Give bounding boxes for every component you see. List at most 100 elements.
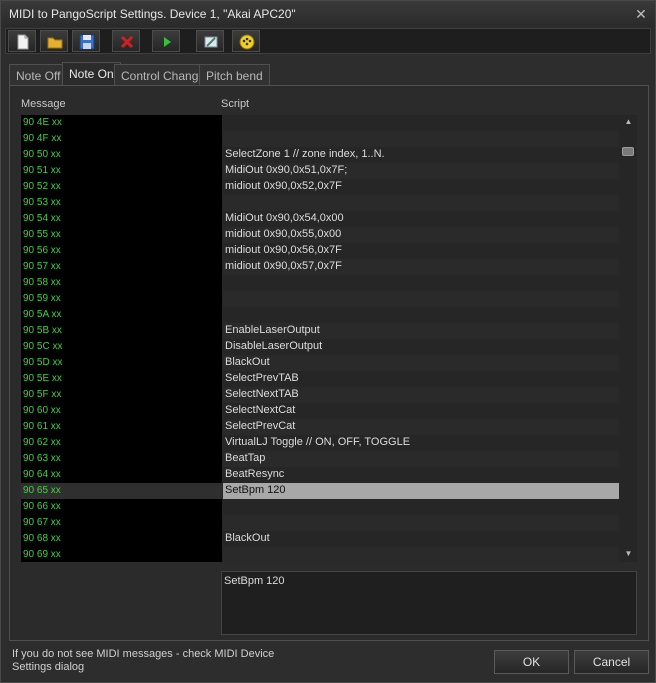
save-disk-icon bbox=[79, 34, 95, 50]
message-cell: 90 61 xx bbox=[23, 421, 61, 432]
column-header-message[interactable]: Message bbox=[21, 98, 66, 110]
vertical-scrollbar[interactable]: ▲ ▼ bbox=[620, 115, 637, 562]
message-cell: 90 5D xx bbox=[23, 357, 63, 368]
cancel-button[interactable]: Cancel bbox=[574, 650, 649, 674]
new-icon bbox=[17, 34, 29, 50]
script-cell: DisableLaserOutput bbox=[225, 340, 323, 352]
column-header-script[interactable]: Script bbox=[221, 98, 249, 110]
table-row[interactable]: 90 56 xx midiout 0x90,0x56,0x7F bbox=[21, 243, 619, 259]
midi-device-icon bbox=[239, 34, 255, 50]
table-row[interactable]: 90 5B xx EnableLaserOutput bbox=[21, 323, 619, 339]
row-stripe bbox=[223, 355, 619, 371]
table-row[interactable]: 90 5C xx DisableLaserOutput bbox=[21, 339, 619, 355]
message-cell: 90 63 xx bbox=[23, 453, 61, 464]
message-cell: 90 51 xx bbox=[23, 165, 61, 176]
table-row[interactable]: 90 5D xx BlackOut bbox=[21, 355, 619, 371]
table-row[interactable]: 90 65 xx SetBpm 120 bbox=[21, 483, 619, 499]
script-cell: SelectNextTAB bbox=[225, 388, 299, 400]
new-button[interactable] bbox=[8, 30, 36, 52]
table-row[interactable]: 90 4E xx bbox=[21, 115, 619, 131]
script-cell: SelectNextCat bbox=[225, 404, 296, 416]
table-row[interactable]: 90 59 xx bbox=[21, 291, 619, 307]
row-stripe bbox=[223, 291, 619, 307]
script-cell: EnableLaserOutput bbox=[225, 324, 320, 336]
script-cell: midiout 0x90,0x57,0x7F bbox=[225, 260, 342, 272]
edit-script-button[interactable] bbox=[196, 30, 224, 52]
midi-device-button[interactable] bbox=[232, 30, 260, 52]
message-cell: 90 57 xx bbox=[23, 261, 61, 272]
save-button[interactable] bbox=[72, 30, 100, 52]
message-cell: 90 53 xx bbox=[23, 197, 61, 208]
message-cell: 90 56 xx bbox=[23, 245, 61, 256]
script-cell: MidiOut 0x90,0x51,0x7F; bbox=[225, 164, 348, 176]
scroll-down-icon[interactable]: ▼ bbox=[623, 549, 634, 560]
open-folder-icon bbox=[47, 37, 63, 49]
tab-control-change[interactable]: Control Change bbox=[114, 64, 213, 86]
table-row[interactable]: 90 69 xx bbox=[21, 547, 619, 562]
script-cell: MidiOut 0x90,0x54,0x00 bbox=[225, 212, 344, 224]
message-cell: 90 68 xx bbox=[23, 533, 61, 544]
tab-note-off[interactable]: Note Off bbox=[9, 64, 68, 86]
message-cell: 90 69 xx bbox=[23, 549, 61, 560]
message-cell: 90 52 xx bbox=[23, 181, 61, 192]
script-cell: midiout 0x90,0x56,0x7F bbox=[225, 244, 342, 256]
scroll-up-icon[interactable]: ▲ bbox=[623, 117, 634, 128]
delete-x-icon bbox=[120, 35, 134, 49]
table-row[interactable]: 90 63 xx BeatTap bbox=[21, 451, 619, 467]
script-cell: BlackOut bbox=[225, 532, 270, 544]
script-cell: BlackOut bbox=[225, 356, 270, 368]
open-button[interactable] bbox=[40, 30, 68, 52]
tab-panel: Message Script 90 4E xx 90 4F xx 90 50 xx S… bbox=[9, 85, 649, 641]
tab-pitch-bend[interactable]: Pitch bend bbox=[199, 64, 270, 86]
message-cell: 90 5B xx bbox=[23, 325, 62, 336]
table-row[interactable]: 90 4F xx bbox=[21, 131, 619, 147]
message-cell: 90 64 xx bbox=[23, 469, 61, 480]
table-row[interactable]: 90 62 xx VirtualLJ Toggle // ON, OFF, TOG… bbox=[21, 435, 619, 451]
scroll-thumb[interactable] bbox=[622, 147, 634, 156]
table-row[interactable]: 90 68 xx BlackOut bbox=[21, 531, 619, 547]
row-stripe bbox=[223, 515, 619, 531]
row-stripe bbox=[223, 131, 619, 147]
run-button[interactable] bbox=[152, 30, 180, 52]
tab-note-on[interactable]: Note On bbox=[62, 62, 121, 87]
title-bar[interactable]: MIDI to PangoScript Settings. Device 1, … bbox=[1, 1, 655, 27]
script-cell: BeatResync bbox=[225, 468, 285, 480]
table-row[interactable]: 90 5F xx SelectNextTAB bbox=[21, 387, 619, 403]
table-row[interactable]: 90 66 xx bbox=[21, 499, 619, 515]
script-editor[interactable]: SetBpm 120 bbox=[221, 571, 637, 635]
table-row[interactable]: 90 64 xx BeatResync bbox=[21, 467, 619, 483]
message-cell: 90 4F xx bbox=[23, 133, 62, 144]
play-icon bbox=[164, 37, 171, 47]
script-cell: SelectZone 1 // zone index, 1..N. bbox=[225, 148, 385, 160]
table-row[interactable]: 90 54 xx MidiOut 0x90,0x54,0x00 bbox=[21, 211, 619, 227]
script-cell: SelectPrevCat bbox=[225, 420, 296, 432]
table-row[interactable]: 90 57 xx midiout 0x90,0x57,0x7F bbox=[21, 259, 619, 275]
table-row[interactable]: 90 67 xx bbox=[21, 515, 619, 531]
table-row[interactable]: 90 5E xx SelectPrevTAB bbox=[21, 371, 619, 387]
edit-script-icon bbox=[204, 36, 218, 48]
message-cell: 90 5C xx bbox=[23, 341, 63, 352]
table-row[interactable]: 90 50 xx SelectZone 1 // zone index, 1..N… bbox=[21, 147, 619, 163]
table-row[interactable]: 90 58 xx bbox=[21, 275, 619, 291]
table-row[interactable]: 90 53 xx bbox=[21, 195, 619, 211]
mapping-list[interactable]: 90 4E xx 90 4F xx 90 50 xx SelectZone 1 // … bbox=[21, 115, 637, 562]
row-stripe bbox=[223, 195, 619, 211]
table-row[interactable]: 90 5A xx bbox=[21, 307, 619, 323]
message-cell: 90 5F xx bbox=[23, 389, 62, 400]
script-cell: midiout 0x90,0x52,0x7F bbox=[225, 180, 342, 192]
message-cell: 90 4E xx bbox=[23, 117, 62, 128]
message-cell: 90 54 xx bbox=[23, 213, 61, 224]
close-icon[interactable]: ✕ bbox=[633, 6, 649, 22]
settings-window: MIDI to PangoScript Settings. Device 1, … bbox=[0, 0, 656, 683]
script-cell: BeatTap bbox=[225, 452, 266, 464]
delete-button[interactable] bbox=[112, 30, 140, 52]
table-row[interactable]: 90 51 xx MidiOut 0x90,0x51,0x7F; bbox=[21, 163, 619, 179]
script-cell: midiout 0x90,0x55,0x00 bbox=[225, 228, 342, 240]
message-cell: 90 50 xx bbox=[23, 149, 61, 160]
table-row[interactable]: 90 61 xx SelectPrevCat bbox=[21, 419, 619, 435]
table-row[interactable]: 90 52 xx midiout 0x90,0x52,0x7F bbox=[21, 179, 619, 195]
ok-button[interactable]: OK bbox=[494, 650, 569, 674]
message-cell: 90 5E xx bbox=[23, 373, 62, 384]
table-row[interactable]: 90 55 xx midiout 0x90,0x55,0x00 bbox=[21, 227, 619, 243]
table-row[interactable]: 90 60 xx SelectNextCat bbox=[21, 403, 619, 419]
